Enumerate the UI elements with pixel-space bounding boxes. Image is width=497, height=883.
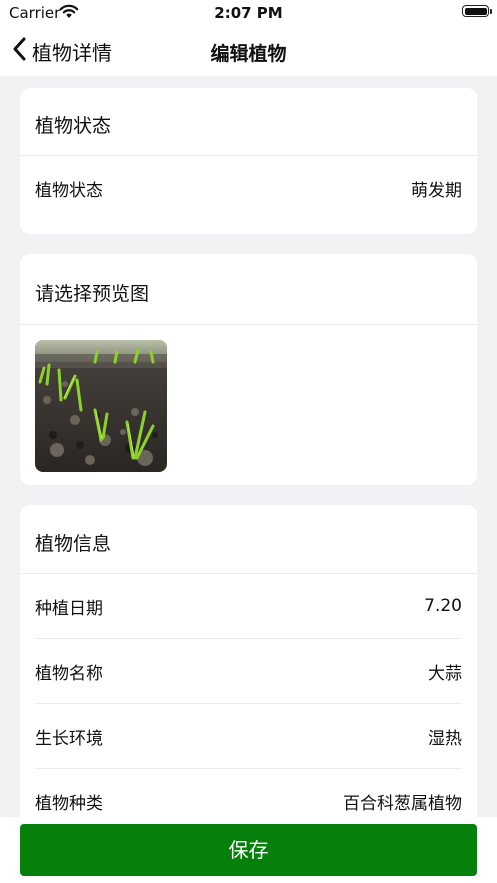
info-row-label: 植物名称 — [35, 663, 103, 684]
preview-card: 请选择预览图 — [20, 254, 477, 485]
status-row[interactable]: 植物状态 萌发期 — [35, 156, 462, 220]
status-bar: Carrier 2:07 PM — [0, 0, 497, 26]
preview-image[interactable] — [35, 340, 167, 472]
info-row-label: 植物种类 — [35, 793, 103, 814]
back-button-label: 植物详情 — [32, 40, 112, 65]
info-row-environment[interactable]: 生长环境 湿热 — [35, 703, 462, 768]
info-card: 植物信息 种植日期 7.20 植物名称 大蒜 生长环境 湿热 植物种类 百合科葱… — [20, 505, 477, 845]
info-row-value: 百合科葱属植物 — [343, 793, 462, 814]
back-button[interactable]: 植物详情 — [12, 34, 112, 68]
info-row-planting-date[interactable]: 种植日期 7.20 — [35, 574, 462, 638]
info-row-value: 7.20 — [424, 596, 462, 616]
status-row-label: 植物状态 — [35, 180, 103, 201]
status-card-header: 植物状态 — [20, 88, 477, 156]
status-row-value: 萌发期 — [411, 180, 462, 201]
status-card: 植物状态 植物状态 萌发期 — [20, 88, 477, 234]
preview-card-header: 请选择预览图 — [20, 254, 477, 325]
info-row-plant-name[interactable]: 植物名称 大蒜 — [35, 638, 462, 703]
chevron-left-icon — [12, 37, 26, 65]
info-card-header: 植物信息 — [20, 505, 477, 574]
navigation-bar: 植物详情 编辑植物 — [0, 26, 497, 76]
battery-icon — [462, 5, 492, 17]
clock: 2:07 PM — [214, 4, 283, 22]
info-row-value: 湿热 — [428, 728, 462, 749]
save-button[interactable]: 保存 — [20, 824, 477, 876]
info-row-label: 生长环境 — [35, 728, 103, 749]
info-row-value: 大蒜 — [428, 663, 462, 684]
info-row-label: 种植日期 — [35, 598, 103, 619]
footer-bar: 保存 — [0, 817, 497, 883]
